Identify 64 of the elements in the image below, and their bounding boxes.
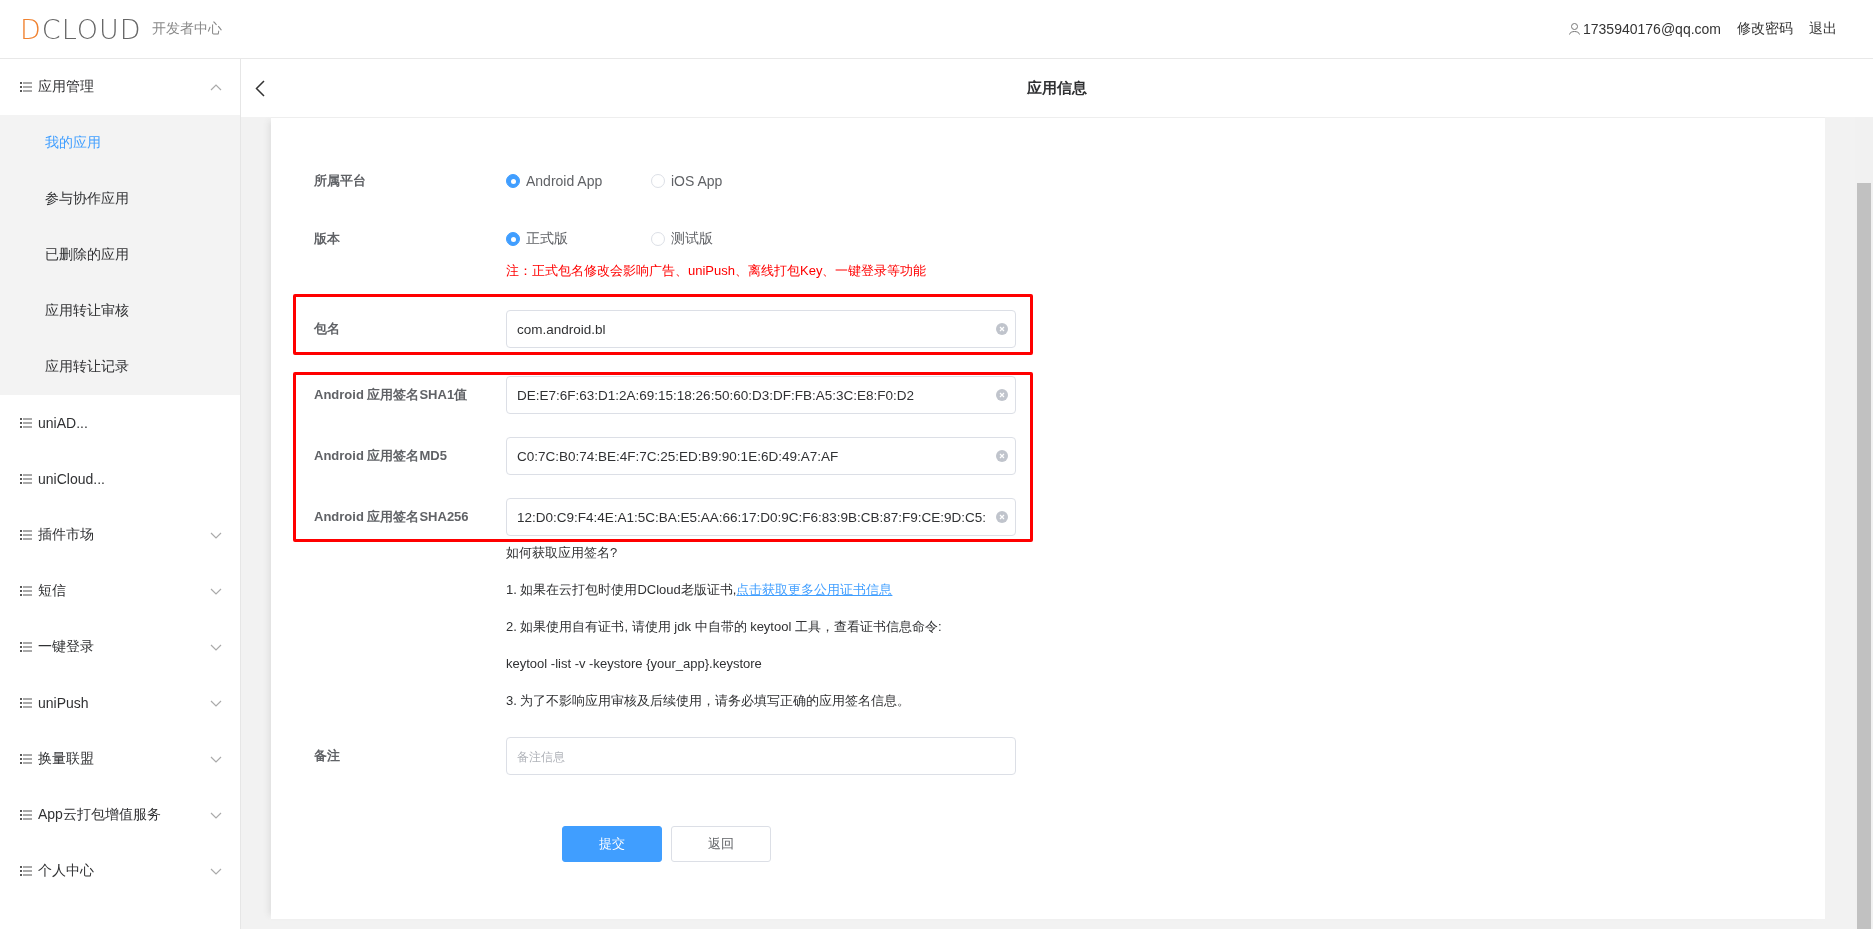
header-link[interactable]: 退出 — [1809, 20, 1837, 38]
text-field[interactable]: 12:D0:C9:F4:4E:A1:5C:BA:E5:AA:66:17:D0:9C:F6:83:9B:CB:87:F9:CE:9D:C5: — [506, 498, 1016, 536]
list-icon — [20, 530, 32, 540]
page-title: 应用信息 — [1027, 78, 1087, 98]
submenu-item[interactable]: 应用转让审核 — [0, 283, 240, 339]
submenu-item[interactable]: 应用转让记录 — [0, 339, 240, 395]
list-icon — [20, 698, 32, 708]
clear-icon[interactable] — [996, 511, 1008, 523]
sidebar-item[interactable]: 应用管理 — [0, 59, 240, 115]
sidebar-item[interactable]: 短信 — [0, 563, 240, 619]
logo-subtitle: 开发者中心 — [151, 20, 222, 38]
field-label: Android 应用签名SHA1值 — [314, 386, 469, 404]
text-field[interactable]: 备注信息 — [506, 737, 1016, 775]
sidebar-item[interactable]: 一键登录 — [0, 619, 240, 675]
text-field[interactable]: com.android.bl — [506, 310, 1016, 348]
radio-option[interactable]: 测试版 — [651, 230, 796, 248]
list-icon — [20, 642, 32, 652]
help-text: 1. 如果在云打包时使用DCloud老版证书,点击获取更多公用证书信息 — [506, 581, 894, 599]
field-label: 版本 — [314, 230, 341, 248]
list-icon — [20, 810, 32, 820]
submenu-item[interactable]: 参与协作应用 — [0, 171, 240, 227]
list-icon — [20, 586, 32, 596]
user-icon — [1569, 23, 1580, 35]
submenu-item[interactable]: 已删除的应用 — [0, 227, 240, 283]
list-icon — [20, 474, 32, 484]
field-label: 备注 — [314, 747, 341, 765]
radio-option[interactable]: 正式版 — [506, 230, 651, 248]
radio-label: 测试版 — [671, 230, 713, 248]
sidebar-item[interactable]: uniCloud... — [0, 451, 240, 507]
radio-option[interactable]: Android App — [506, 173, 651, 189]
header-link[interactable]: 修改密码 — [1737, 20, 1793, 38]
clear-icon[interactable] — [996, 389, 1008, 401]
radio-label: Android App — [526, 173, 603, 189]
clear-icon[interactable] — [996, 323, 1008, 335]
back-button[interactable] — [255, 79, 265, 97]
help-title: 如何获取应用签名? — [506, 544, 619, 562]
text-field[interactable]: C0:7C:B0:74:BE:4F:7C:25:ED:B9:90:1E:6D:49:A7:AF — [506, 437, 1016, 475]
radio-option[interactable]: iOS App — [651, 173, 796, 189]
sidebar-item[interactable]: 个人中心 — [0, 843, 240, 899]
help-text: 2. 如果使用自有证书, 请使用 jdk 中自带的 keytool 工具，查看证书信息命令: — [506, 618, 943, 636]
radio-label: iOS App — [671, 173, 723, 189]
sidebar-item[interactable]: 插件市场 — [0, 507, 240, 563]
back-text-button[interactable]: 返回 — [671, 826, 771, 862]
list-icon — [20, 866, 32, 876]
radio-label: 正式版 — [526, 230, 568, 248]
text-field[interactable]: DE:E7:6F:63:D1:2A:69:15:18:26:50:60:D3:DF:FB:A5:3C:E8:F0:D2 — [506, 376, 1016, 414]
sidebar-item[interactable]: 换量联盟 — [0, 731, 240, 787]
list-icon — [20, 82, 32, 92]
sidebar-item[interactable]: uniAD... — [0, 395, 240, 451]
field-label: 所属平台 — [314, 172, 367, 190]
logo[interactable]: DCLOUD — [20, 13, 142, 45]
field-label: Android 应用签名MD5 — [314, 447, 448, 465]
field-label: Android 应用签名SHA256 — [314, 508, 470, 526]
help-text: 3. 为了不影响应用审核及后续使用，请务必填写正确的应用签名信息。 — [506, 692, 912, 710]
warning-note: 注：正式包名修改会影响广告、uniPush、离线打包Key、一键登录等功能 — [506, 262, 928, 280]
sidebar-item[interactable]: App云打包增值服务 — [0, 787, 240, 843]
field-label: 包名 — [314, 320, 341, 338]
list-icon — [20, 754, 32, 764]
clear-icon[interactable] — [996, 450, 1008, 462]
radio-button[interactable] — [506, 232, 520, 246]
list-icon — [20, 418, 32, 428]
sidebar-item[interactable]: uniPush — [0, 675, 240, 731]
radio-button[interactable] — [506, 174, 520, 188]
help-text: keytool -list -v -keystore {your_app}.keystore — [506, 655, 763, 673]
